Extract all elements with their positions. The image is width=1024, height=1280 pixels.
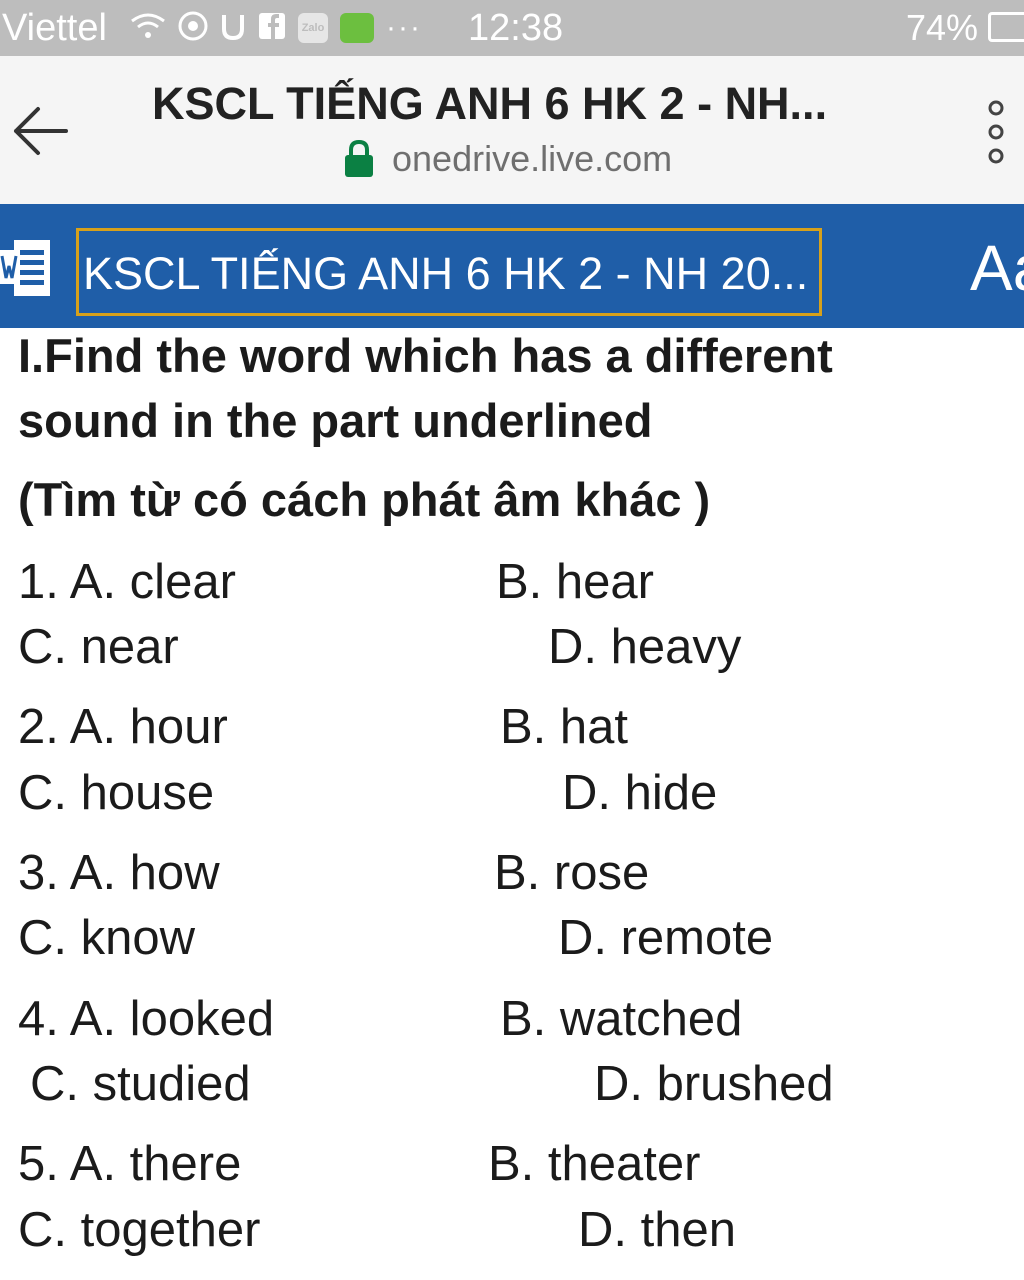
question-3-option-b: B. rose — [494, 846, 650, 900]
more-notifications-icon: ··· — [386, 11, 422, 44]
question-5-option-b: B. theater — [488, 1137, 701, 1191]
question-1-option-d: D. heavy — [548, 620, 742, 674]
url-bar[interactable]: onedrive.live.com — [344, 136, 672, 182]
browser-header: KSCL TIẾNG ANH 6 HK 2 - NH... onedrive.l… — [0, 56, 1024, 205]
wifi-icon — [130, 11, 166, 46]
carrier-label: Viettel — [2, 7, 107, 49]
question-1-option-c: C. near — [18, 620, 179, 674]
document-title-field[interactable]: KSCL TIẾNG ANH 6 HK 2 - NH 20... — [76, 228, 822, 316]
question-1-option-b: B. hear — [496, 555, 654, 609]
overflow-menu-icon[interactable] — [984, 98, 1008, 170]
font-settings-icon[interactable]: Aa — [970, 234, 1024, 302]
u-icon — [220, 11, 246, 46]
question-4-option-c: C. studied — [30, 1057, 251, 1111]
question-4-option-a: 4. A. looked — [18, 992, 275, 1046]
question-3-option-a: 3. A. how — [18, 846, 220, 900]
document-title: KSCL TIẾNG ANH 6 HK 2 - NH 20... — [83, 248, 809, 299]
question-2-option-c: C. house — [18, 766, 215, 820]
heading-line-2: sound in the part underlined — [18, 394, 653, 447]
battery-percent: 74% — [906, 7, 979, 48]
question-5-option-c: C. together — [18, 1203, 261, 1257]
question-5-option-a: 5. A. there — [18, 1137, 242, 1191]
back-arrow-icon[interactable] — [10, 104, 70, 158]
url-text: onedrive.live.com — [392, 138, 673, 179]
android-icon — [340, 13, 374, 43]
question-2-option-b: B. hat — [500, 700, 629, 754]
question-3-option-d: D. remote — [558, 911, 774, 965]
heading-line-3: (Tìm từ có cách phát âm khác ) — [18, 473, 711, 526]
lock-icon — [344, 139, 374, 178]
status-bar: Viettel Zalo ··· 12:38 74% — [0, 0, 1024, 56]
chrome-icon — [178, 11, 208, 46]
question-1-option-a: 1. A. clear — [18, 555, 236, 609]
word-toolbar: KSCL TIẾNG ANH 6 HK 2 - NH 20... Aa — [0, 204, 1024, 328]
question-2-option-d: D. hide — [562, 766, 718, 820]
zalo-icon: Zalo — [298, 13, 328, 43]
question-2-option-a: 2. A. hour — [18, 700, 228, 754]
facebook-icon — [258, 11, 286, 46]
question-4-option-d: D. brushed — [594, 1057, 834, 1111]
heading-line-1: I.Find the word which has a different — [18, 329, 833, 382]
question-4-option-b: B. watched — [500, 992, 743, 1046]
question-3-option-c: C. know — [18, 911, 196, 965]
question-5-option-d: D. then — [578, 1203, 736, 1257]
battery-icon — [988, 12, 1024, 42]
notification-icons: Zalo ··· — [130, 10, 422, 46]
word-icon — [0, 236, 52, 300]
page-title: KSCL TIẾNG ANH 6 HK 2 - NH... — [152, 78, 828, 129]
clock: 12:38 — [468, 7, 564, 49]
